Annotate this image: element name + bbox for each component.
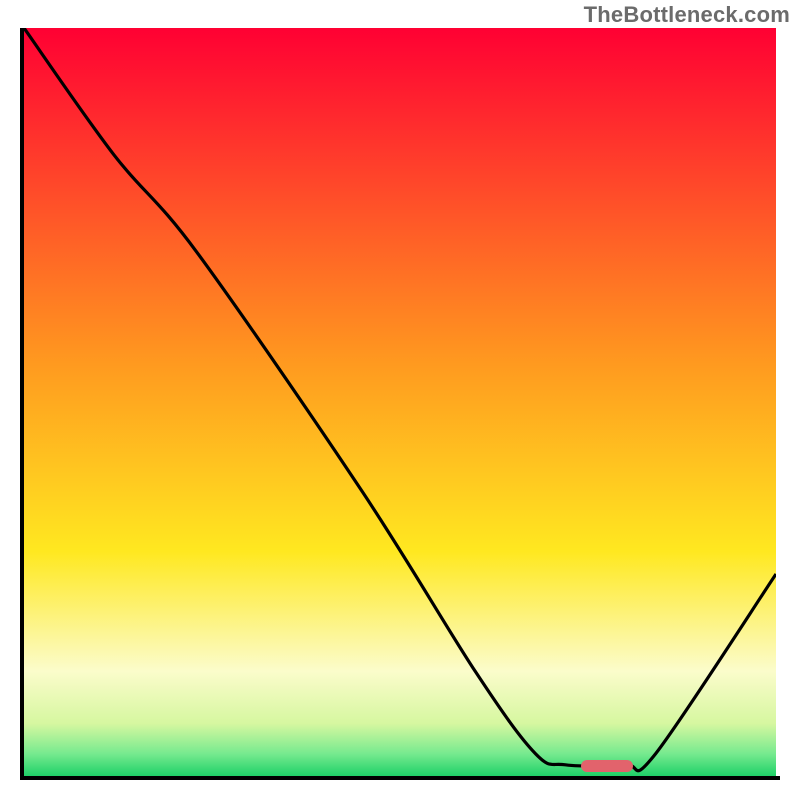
plot-axes — [20, 28, 780, 780]
watermark-text: TheBottleneck.com — [584, 2, 790, 28]
chart-canvas: TheBottleneck.com — [0, 0, 800, 800]
